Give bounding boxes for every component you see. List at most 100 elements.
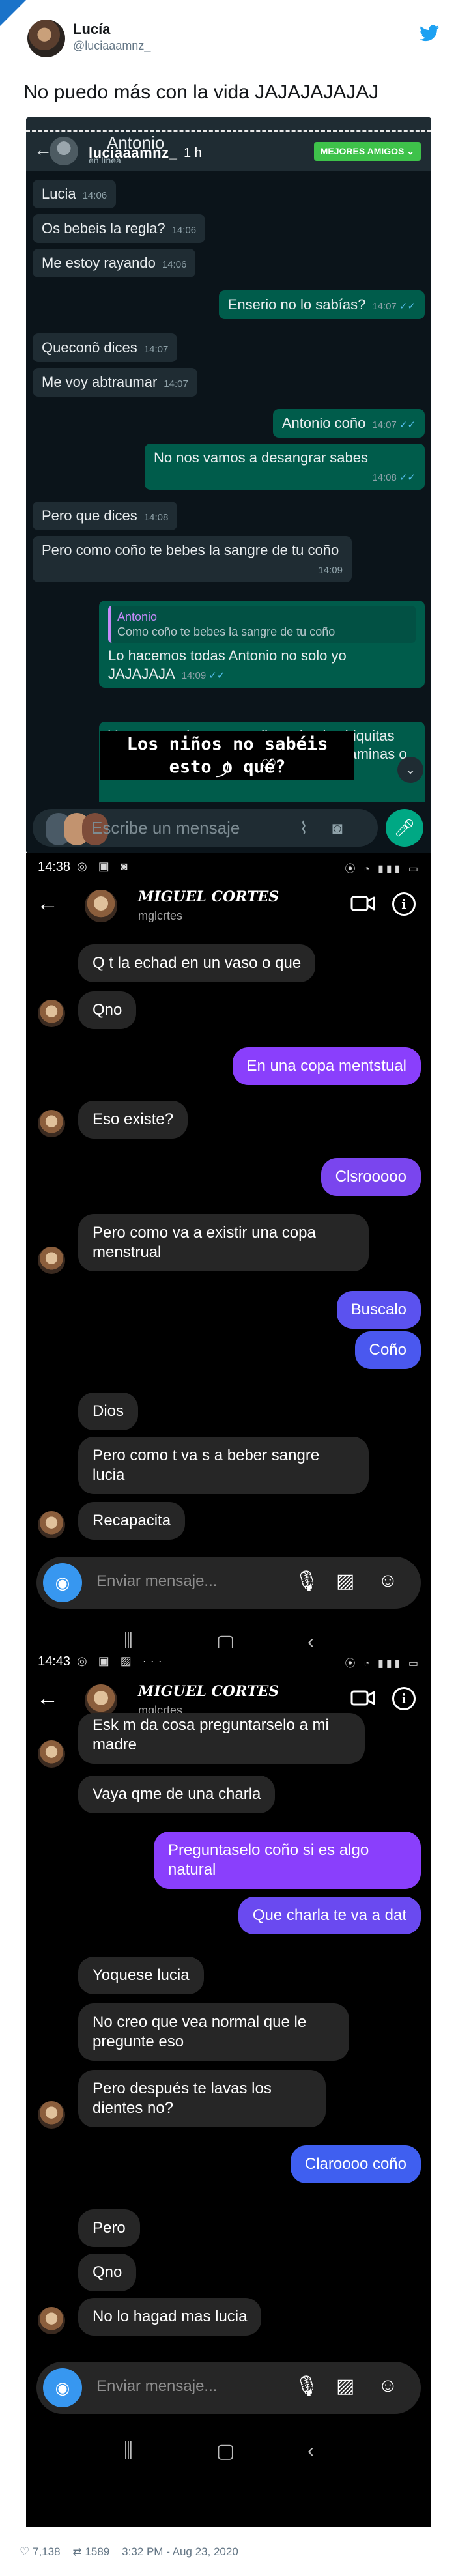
message-time: 14:08: [143, 512, 169, 523]
message-text: Enserio no lo sabías?: [227, 296, 366, 313]
message-bubble[interactable]: Me voy abtraumar 14:07: [33, 368, 197, 397]
message-bubble[interactable]: Vaya qme de una charla: [78, 1776, 276, 1813]
microphone-icon[interactable]: 🎤︎: [386, 809, 423, 847]
best-friends-badge[interactable]: MEJORES AMIGOS ⌄: [313, 142, 421, 161]
signal-battery-icons: ⦿ ◔ ▮▮▮ ▭: [345, 864, 421, 875]
message-bubble[interactable]: Pero que dices 14:08: [33, 502, 178, 530]
message-bubble[interactable]: Claroooo coño: [290, 2145, 421, 2183]
status-bar: 14:43 ◎ ▣ ▨ ··· ⦿ ◔ ▮▮▮ ▭: [26, 1648, 431, 1674]
share-icon[interactable]: ⤴: [215, 757, 232, 781]
message-bubble[interactable]: Dios: [78, 1393, 139, 1430]
message-bubble[interactable]: Pero como t va s a beber sangre lucia: [78, 1437, 369, 1494]
back-nav-icon[interactable]: ‹: [307, 2440, 314, 2462]
recent-apps-icon[interactable]: ⫼: [124, 2440, 133, 2462]
message-input[interactable]: Escribe un mensaje ⌇ ◙: [33, 809, 378, 847]
tweet-author-handle[interactable]: @luciaaamnz_: [73, 39, 150, 53]
avatar[interactable]: [27, 20, 65, 57]
info-icon[interactable]: i: [392, 892, 416, 916]
instagram-dm-screenshot: 14:38 ◎ ▣ ◙ ⦿ ◔ ▮▮▮ ▭ ← MIGUEL CORTES mg…: [26, 853, 431, 1648]
contact-name[interactable]: MIGUEL CORTES: [138, 1683, 279, 1700]
like-count[interactable]: 7,138: [33, 2545, 61, 2558]
message-bubble[interactable]: Pero después te lavas los dientes no?: [78, 2070, 326, 2127]
back-arrow-icon[interactable]: ←: [36, 891, 59, 916]
retweet-icon[interactable]: ⇄: [72, 2545, 81, 2558]
message-bubble[interactable]: Lucia 14:06: [33, 180, 117, 208]
message-bubble[interactable]: Me estoy rayando 14:06: [33, 249, 196, 277]
home-icon[interactable]: ▢: [216, 2440, 235, 2463]
message-bubble[interactable]: Buscalo: [336, 1291, 421, 1329]
twitter-bird-icon[interactable]: [420, 25, 439, 42]
message-bubble[interactable]: En una copa mentstual: [232, 1047, 421, 1085]
message-bubble[interactable]: Pero como coño te bebes la sangre de tu …: [33, 536, 352, 582]
avatar[interactable]: [50, 137, 78, 165]
read-receipt-icon: ✓✓: [208, 670, 225, 681]
story-username[interactable]: luciaaamnz_: [89, 145, 177, 162]
microphone-icon[interactable]: 🎙︎: [294, 2375, 319, 2398]
quoted-message[interactable]: Antonio Como coño te bebes la sangre de …: [108, 606, 416, 643]
message-text: Lo hacemos todas Antonio no solo yo JAJA…: [108, 647, 347, 682]
sticker-icon[interactable]: ☺: [378, 1570, 398, 1592]
message-composer[interactable]: ◉ Enviar mensaje... 🎙︎ ▨ ☺: [36, 2362, 421, 2414]
microphone-icon[interactable]: 🎙︎: [294, 1570, 319, 1592]
scroll-down-icon[interactable]: ⌄: [397, 757, 423, 783]
message-bubble[interactable]: Esk m da cosa preguntarselo a mi madre: [78, 1713, 365, 1764]
message-bubble[interactable]: Que charla te va a dat: [238, 1897, 421, 1934]
message-bubble[interactable]: Antonio Como coño te bebes la sangre de …: [99, 601, 425, 688]
gallery-icon[interactable]: ▨: [336, 2375, 354, 2398]
whatsapp-screenshot: ← Antonio en línea luciaaamnz_ 1 h MEJOR…: [26, 117, 431, 853]
message-bubble[interactable]: Qno: [78, 991, 137, 1029]
message-composer[interactable]: ◉ Enviar mensaje... 🎙︎ ▨ ☺: [36, 1557, 421, 1609]
message-time: 14:06: [82, 190, 107, 201]
message-bubble[interactable]: Antonio coño 14:07 ✓✓: [272, 409, 425, 438]
home-icon[interactable]: ▢: [216, 1631, 235, 1648]
retweet-count[interactable]: 1589: [85, 2545, 109, 2558]
attach-icon[interactable]: ⌇: [300, 818, 308, 838]
avatar: [38, 1511, 65, 1538]
camera-icon[interactable]: ◉: [43, 2368, 82, 2407]
message-text: No nos vamos a desangrar sabes: [154, 449, 368, 466]
message-bubble[interactable]: Recapacita: [78, 1502, 186, 1540]
avatar[interactable]: [85, 1684, 117, 1717]
avatar: [38, 1740, 65, 1768]
emoji-reaction-icon[interactable]: ♡: [261, 756, 277, 777]
message-bubble[interactable]: Pero como va a existir una copa menstrua…: [78, 1214, 369, 1271]
recent-apps-icon[interactable]: ⫼: [124, 1631, 133, 1648]
avatar[interactable]: [85, 890, 117, 922]
tweet-timestamp[interactable]: 3:32 PM - Aug 23, 2020: [122, 2545, 238, 2558]
read-receipt-icon: ✓✓: [399, 301, 416, 312]
info-icon[interactable]: i: [392, 1687, 416, 1710]
message-time: 14:09: [181, 670, 207, 681]
back-arrow-icon[interactable]: ←: [36, 1686, 59, 1711]
message-bubble[interactable]: Preguntaselo coño si es algo natural: [154, 1832, 421, 1889]
camera-icon[interactable]: ◉: [43, 1563, 82, 1602]
message-bubble[interactable]: Clsrooooo: [321, 1158, 421, 1196]
heart-icon[interactable]: ♡: [20, 2545, 29, 2558]
best-friends-label: MEJORES AMIGOS: [320, 146, 405, 156]
sticker-icon[interactable]: ☺: [378, 2375, 398, 2397]
contact-name[interactable]: MIGUEL CORTES: [138, 888, 279, 905]
signal-battery-icons: ⦿ ◔ ▮▮▮ ▭: [345, 1658, 421, 1669]
message-bubble[interactable]: Eso existe?: [78, 1101, 188, 1139]
video-call-icon[interactable]: [350, 1688, 375, 1708]
gallery-icon[interactable]: ▨: [336, 1570, 354, 1592]
message-text: Me voy abtraumar: [42, 374, 158, 390]
message-bubble[interactable]: No nos vamos a desangrar sabes 14:08 ✓✓: [145, 444, 425, 490]
message-text: Me estoy rayando: [42, 255, 156, 271]
camera-icon[interactable]: ◙: [332, 818, 343, 838]
message-bubble[interactable]: Os bebeis la regla? 14:06: [33, 214, 206, 243]
message-bubble[interactable]: Queconõ dices 14:07: [33, 333, 178, 362]
message-list: Lucia 14:06 Os bebeis la regla? 14:06 Me e…: [26, 171, 431, 813]
tweet-author-name[interactable]: Lucía: [73, 21, 110, 38]
message-bubble[interactable]: No creo que vea normal que le pregunte e…: [78, 2003, 349, 2061]
notification-icons: ◎ ▣ ▨ ···: [77, 1654, 166, 1667]
message-bubble[interactable]: Qno: [78, 2254, 137, 2291]
message-bubble[interactable]: Coño: [354, 1331, 421, 1369]
input-placeholder: Enviar mensaje...: [96, 1572, 218, 1590]
message-bubble[interactable]: Q t la echad en un vaso o que: [78, 944, 316, 982]
back-nav-icon[interactable]: ‹: [307, 1631, 314, 1648]
message-bubble[interactable]: No lo hagad mas lucia: [78, 2298, 262, 2336]
message-bubble[interactable]: Pero: [78, 2209, 140, 2247]
message-bubble[interactable]: Yoquese lucia: [78, 1957, 204, 1994]
message-bubble[interactable]: Enserio no lo sabías? 14:07 ✓✓: [218, 290, 425, 319]
video-call-icon[interactable]: [350, 894, 375, 913]
